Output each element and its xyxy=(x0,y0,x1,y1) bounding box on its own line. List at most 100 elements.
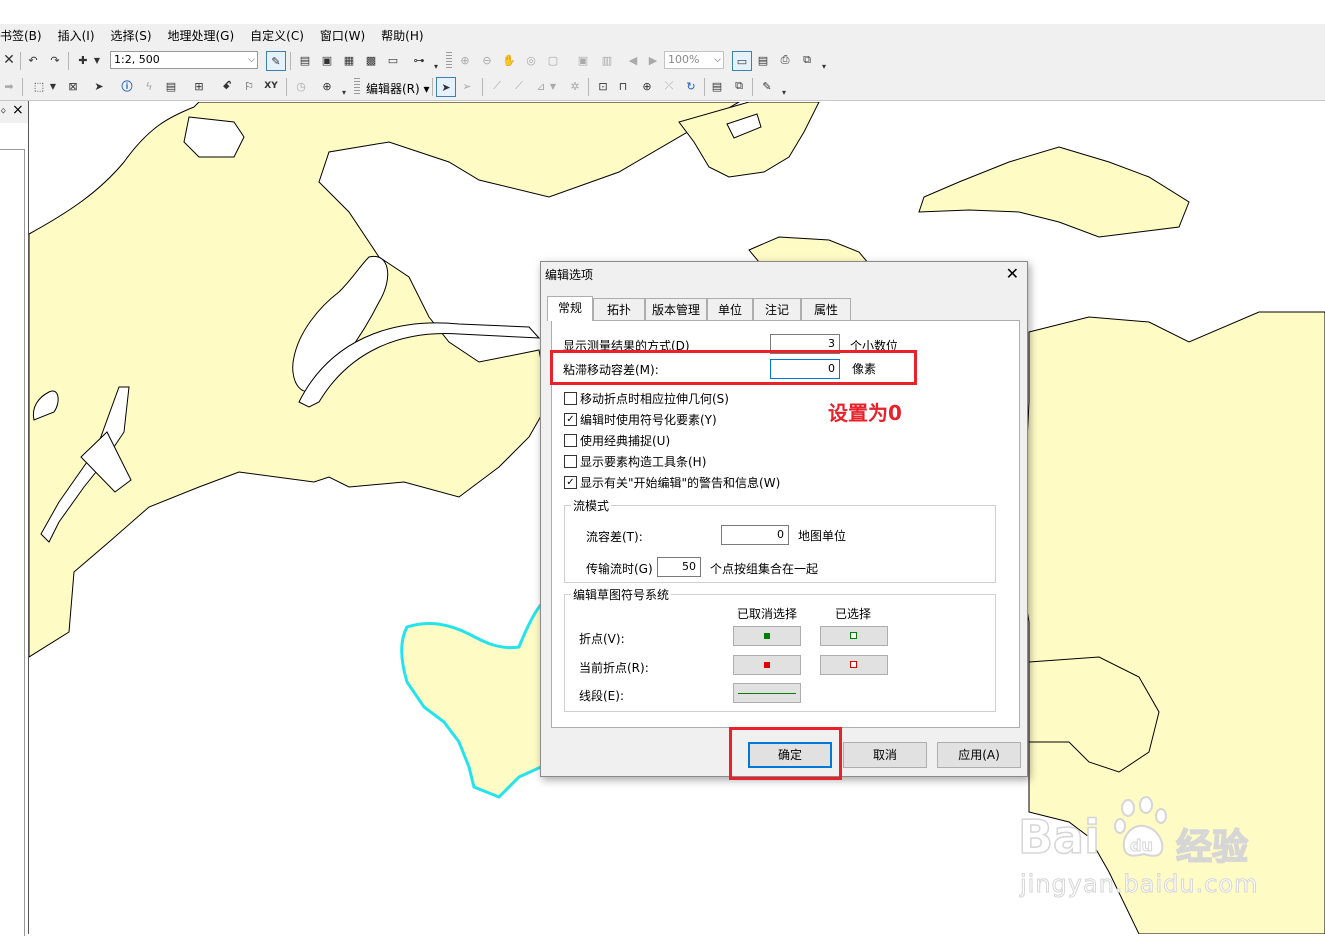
checkbox-label: 显示要素构造工具条(H) xyxy=(580,455,707,469)
toolbar-grip[interactable] xyxy=(354,78,360,96)
find-route-icon[interactable]: ⚐ xyxy=(240,77,258,95)
segment-line-icon xyxy=(738,693,796,694)
menu-geoprocessing[interactable]: 地理处理(G) xyxy=(160,24,243,48)
select-features-icon[interactable]: ⬚ xyxy=(30,77,48,95)
edit-vertices-icon[interactable]: ⊡ xyxy=(594,77,612,95)
layout-view-icon[interactable]: ▭ xyxy=(732,51,752,71)
time-slider-icon: ◷ xyxy=(296,79,306,93)
toolbar-grip[interactable] xyxy=(446,52,452,70)
menu-customize[interactable]: 自定义(C) xyxy=(242,24,312,48)
checkbox-box[interactable] xyxy=(564,392,577,405)
tab-topology[interactable]: 拓扑 xyxy=(593,298,645,320)
checkbox-box[interactable] xyxy=(564,434,577,447)
create-features-icon[interactable]: ✎ xyxy=(758,77,776,95)
toolbar-overflow-icon[interactable]: ▾ xyxy=(342,88,350,98)
menu-insert[interactable]: 插入(I) xyxy=(50,24,103,48)
separator xyxy=(752,78,753,96)
go-to-xy-icon[interactable]: XY xyxy=(262,77,280,95)
checkbox-symbolized-features[interactable]: ✓ 编辑时使用符号化要素(Y) xyxy=(564,411,717,428)
menu-bookmarks[interactable]: 书签(B) xyxy=(0,24,50,48)
undo-icon[interactable]: ↶ xyxy=(24,51,42,69)
data-driven-pages-icon[interactable]: ⧉ xyxy=(798,51,816,69)
table-of-contents-icon[interactable]: ▤ xyxy=(296,51,314,69)
stream-group-unit: 个点按组集合在一起 xyxy=(710,562,819,576)
change-layout-icon[interactable]: ⎙ xyxy=(776,51,794,69)
cut-polygons-icon[interactable]: ⊕ xyxy=(638,77,656,95)
stream-group-input[interactable]: 50 xyxy=(657,557,701,577)
chevron-down-icon[interactable]: ▼ xyxy=(48,77,58,95)
stream-tolerance-input[interactable]: 0 xyxy=(721,525,789,545)
close-icon[interactable]: × xyxy=(12,102,24,118)
pin-icon[interactable]: ᛜ xyxy=(0,105,7,118)
checkbox-label: 移动折点时相应拉伸几何(S) xyxy=(580,392,729,406)
delete-icon[interactable]: ✕ xyxy=(0,51,18,69)
stream-mode-group: 流模式 流容差(T): 0 地图单位 传输流时(G) 50 个点按组集合在一起 xyxy=(564,497,996,583)
checkbox-stretch-geometry[interactable]: 移动折点时相应拉伸几何(S) xyxy=(564,390,729,407)
full-extent-icon: ◎ xyxy=(526,53,536,67)
search-window-icon[interactable]: ▦ xyxy=(340,51,358,69)
attributes-icon[interactable]: ▤ xyxy=(708,77,726,95)
separator xyxy=(588,78,589,96)
identify-icon[interactable]: ⓘ xyxy=(118,77,136,95)
toolbar-overflow-icon[interactable]: ▾ xyxy=(434,62,442,72)
clear-selection-icon[interactable]: ⊠ xyxy=(64,77,82,95)
html-popup-icon[interactable]: ▤ xyxy=(162,77,180,95)
cancel-button[interactable]: 取消 xyxy=(843,742,927,768)
map-scale-combo[interactable]: 1:2, 500 ⌵ xyxy=(110,51,258,69)
zoom-out-fixed-icon: ⊖ xyxy=(482,53,492,67)
add-data-icon[interactable]: ✚ xyxy=(74,51,92,69)
tab-versioning[interactable]: 版本管理 xyxy=(645,298,707,320)
menu-help[interactable]: 帮助(H) xyxy=(373,24,431,48)
checkbox-label: 使用经典捕捉(U) xyxy=(580,434,671,448)
separator xyxy=(68,52,69,70)
catalog-icon[interactable]: ▣ xyxy=(318,51,336,69)
edit-tool-icon[interactable]: ➤ xyxy=(436,77,456,97)
redo-icon[interactable]: ↷ xyxy=(46,51,64,69)
toolbar-overflow-icon[interactable]: ▾ xyxy=(782,88,790,98)
column-selected: 已选择 xyxy=(835,607,872,621)
arctoolbox-icon[interactable]: ▩ xyxy=(362,51,380,69)
tab-general[interactable]: 常规 xyxy=(547,296,593,321)
editor-menu[interactable]: 编辑器(R) ▾ xyxy=(366,80,430,97)
check-icon[interactable]: ✓ xyxy=(564,413,577,426)
annotation-highlight-ok xyxy=(729,727,842,780)
find-icon[interactable]: ꗃ xyxy=(218,77,236,95)
apply-button[interactable]: 应用(A) xyxy=(937,742,1021,768)
checkbox-box[interactable] xyxy=(564,455,577,468)
menu-selection[interactable]: 选择(S) xyxy=(103,24,160,48)
editor-toolbar-icon[interactable]: ✎ xyxy=(266,51,286,71)
vertex-unselected-symbol[interactable] xyxy=(733,626,801,646)
tab-annotation[interactable]: 注记 xyxy=(753,298,801,320)
current-vertex-selected-symbol[interactable] xyxy=(820,655,888,675)
model-builder-icon[interactable]: ⊶ xyxy=(410,51,428,69)
close-icon[interactable]: ✕ xyxy=(1006,264,1019,283)
check-icon[interactable]: ✓ xyxy=(564,476,577,489)
segment-symbol[interactable] xyxy=(733,683,801,703)
checkbox-start-editing-warnings[interactable]: ✓ 显示有关"开始编辑"的警告和信息(W) xyxy=(564,474,780,491)
chevron-down-icon[interactable]: ▼ xyxy=(92,51,102,69)
tab-attributes[interactable]: 属性 xyxy=(801,298,851,320)
straight-segment-icon: ⟋ xyxy=(493,79,501,92)
table-of-contents-panel: ᛜ × xyxy=(0,101,29,936)
checkbox-construction-toolbar[interactable]: 显示要素构造工具条(H) xyxy=(564,453,706,470)
stream-tolerance-unit: 地图单位 xyxy=(798,529,847,543)
tab-units[interactable]: 单位 xyxy=(707,298,753,320)
menu-windows[interactable]: 窗口(W) xyxy=(312,24,373,48)
current-vertex-unselected-symbol[interactable] xyxy=(733,655,801,675)
data-view-icon[interactable]: ▤ xyxy=(754,51,772,69)
python-window-icon[interactable]: ▭ xyxy=(384,51,402,69)
annotation-highlight-sticky xyxy=(550,350,917,385)
separator xyxy=(704,78,705,96)
create-viewer-icon[interactable]: ⊕ xyxy=(318,77,336,95)
checkbox-classic-snapping[interactable]: 使用经典捕捉(U) xyxy=(564,432,670,449)
measure-icon[interactable]: ⊞ xyxy=(190,77,208,95)
sketch-properties-icon[interactable]: ⧉ xyxy=(730,77,748,95)
reshape-icon[interactable]: ⊓ xyxy=(614,77,632,95)
rotate-icon[interactable]: ↻ xyxy=(682,77,700,95)
select-elements-icon[interactable]: ➤ xyxy=(90,77,108,95)
edit-annotation-icon: ➢ xyxy=(462,79,472,93)
toolbar-overflow-icon[interactable]: ▾ xyxy=(822,62,830,72)
vertex-selected-symbol[interactable] xyxy=(820,626,888,646)
chevron-down-icon: ⌵ xyxy=(714,55,721,65)
separator xyxy=(290,52,291,70)
